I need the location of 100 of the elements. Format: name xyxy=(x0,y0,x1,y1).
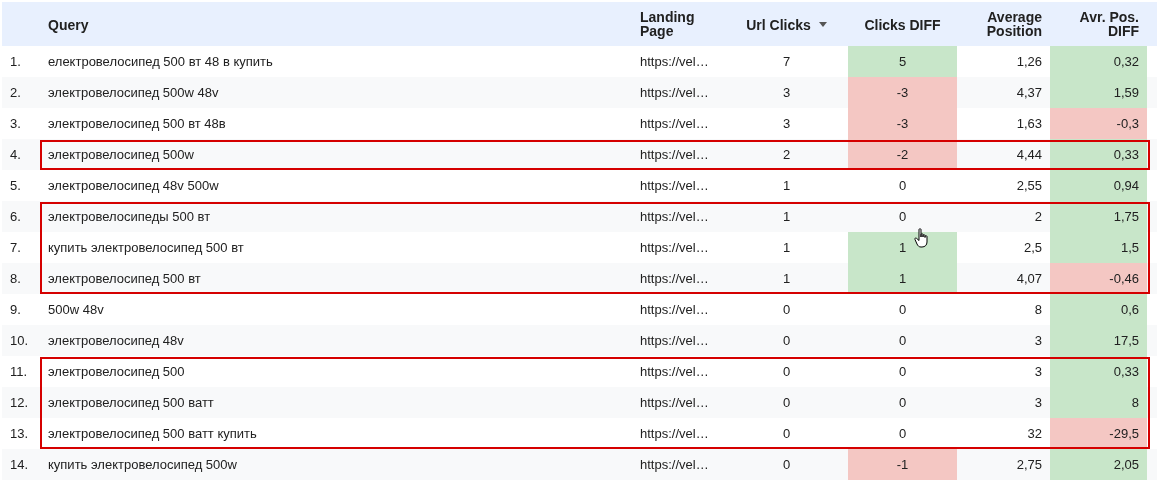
table-cell: https://vel… xyxy=(632,294,725,325)
table-cell: 0,94 xyxy=(1050,170,1147,201)
table-cell: 0 xyxy=(848,418,957,449)
table-cell: 2,5 xyxy=(957,232,1050,263)
table-cell: https://vel… xyxy=(632,232,725,263)
sort-caret-icon[interactable] xyxy=(818,22,827,28)
row-number: 2. xyxy=(2,77,40,108)
row-number: 5. xyxy=(2,170,40,201)
table-cell: 500w 48v xyxy=(40,294,632,325)
table-cell: 1,26 xyxy=(957,46,1050,77)
table-cell: https://vel… xyxy=(632,170,725,201)
table-cell: 1 xyxy=(725,263,848,294)
table-cell: https://vel… xyxy=(632,46,725,77)
table-cell: 1 xyxy=(725,201,848,232)
table-cell: https://vel… xyxy=(632,449,725,480)
table-cell: 3 xyxy=(957,325,1050,356)
table-cell: 2,75 xyxy=(957,449,1050,480)
table-cell: электровелосипед 500 вт 48в xyxy=(40,108,632,139)
table-cell: 1 xyxy=(848,232,957,263)
table-cell: 2,05 xyxy=(1050,449,1147,480)
table-cell: 0 xyxy=(848,170,957,201)
table-cell: 1,5 xyxy=(1050,232,1147,263)
table-cell: 4,44 xyxy=(957,139,1050,170)
table-cell: 2 xyxy=(725,139,848,170)
table-cell: 0 xyxy=(848,387,957,418)
row-number: 7. xyxy=(2,232,40,263)
table-cell: -1 xyxy=(848,449,957,480)
table-cell: 0 xyxy=(725,294,848,325)
row-number: 1. xyxy=(2,46,40,77)
table-cell: 8 xyxy=(1050,387,1147,418)
table-cell: 8 xyxy=(957,294,1050,325)
table-cell: -0,46 xyxy=(1050,263,1147,294)
table-cell: 4,07 xyxy=(957,263,1050,294)
table-cell: https://vel… xyxy=(632,77,725,108)
table-cell: https://vel… xyxy=(632,325,725,356)
row-number: 3. xyxy=(2,108,40,139)
table-cell: 0 xyxy=(725,418,848,449)
table-cell: 0,33 xyxy=(1050,356,1147,387)
table-cell: электровелосипед 500 ватт xyxy=(40,387,632,418)
row-number: 14. xyxy=(2,449,40,480)
table-cell: 32 xyxy=(957,418,1050,449)
table-cell: https://vel… xyxy=(632,263,725,294)
table-cell: 17,5 xyxy=(1050,325,1147,356)
row-number: 11. xyxy=(2,356,40,387)
table-cell: 7 xyxy=(725,46,848,77)
table-cell: https://vel… xyxy=(632,387,725,418)
table-cell: https://vel… xyxy=(632,139,725,170)
column-header[interactable]: Clicks DIFF xyxy=(864,17,941,32)
table-cell: https://vel… xyxy=(632,418,725,449)
table-cell: електровелосипед 500 вт 48 в купить xyxy=(40,46,632,77)
table-cell: 2 xyxy=(957,201,1050,232)
row-number: 4. xyxy=(2,139,40,170)
row-number: 10. xyxy=(2,325,40,356)
column-header[interactable]: Url Clicks xyxy=(746,17,811,32)
table-cell: -0,3 xyxy=(1050,108,1147,139)
table-cell: купить электровелосипед 500w xyxy=(40,449,632,480)
row-number: 12. xyxy=(2,387,40,418)
table-cell: 0 xyxy=(725,356,848,387)
table-cell: электровелосипед 48v xyxy=(40,325,632,356)
table-cell: 0 xyxy=(725,387,848,418)
table-cell: 3 xyxy=(725,77,848,108)
table-cell: 3 xyxy=(957,387,1050,418)
table-cell: 4,37 xyxy=(957,77,1050,108)
table-cell: купить электровелосипед 500 вт xyxy=(40,232,632,263)
table-cell: -3 xyxy=(848,108,957,139)
table-cell: 1 xyxy=(725,232,848,263)
column-header[interactable]: Average Position xyxy=(965,10,1042,38)
table-cell: 1,63 xyxy=(957,108,1050,139)
table-cell: 0 xyxy=(725,325,848,356)
table-cell: https://vel… xyxy=(632,356,725,387)
table-cell: https://vel… xyxy=(632,201,725,232)
row-number: 9. xyxy=(2,294,40,325)
table-cell: электровелосипед 500w 48v xyxy=(40,77,632,108)
table-cell: 0 xyxy=(725,449,848,480)
table-cell: 3 xyxy=(725,108,848,139)
table-cell: 0 xyxy=(848,356,957,387)
column-header[interactable]: Landing Page xyxy=(640,10,717,38)
table-cell: 0,32 xyxy=(1050,46,1147,77)
table-cell: 0 xyxy=(848,294,957,325)
table-cell: 0,6 xyxy=(1050,294,1147,325)
table-cell: -29,5 xyxy=(1050,418,1147,449)
table-cell: электровелосипед 500 ватт купить xyxy=(40,418,632,449)
table-cell: электровелосипед 500 xyxy=(40,356,632,387)
table-cell: -3 xyxy=(848,77,957,108)
table-cell: 0 xyxy=(848,325,957,356)
table-cell: 1,59 xyxy=(1050,77,1147,108)
table-cell: 0 xyxy=(848,201,957,232)
table-cell: электровелосипеды 500 вт xyxy=(40,201,632,232)
row-number: 6. xyxy=(2,201,40,232)
table-cell: 2,55 xyxy=(957,170,1050,201)
column-header[interactable]: Query xyxy=(48,17,89,32)
table-cell: 1 xyxy=(848,263,957,294)
table-cell: https://vel… xyxy=(632,108,725,139)
row-number: 8. xyxy=(2,263,40,294)
table-cell: электровелосипед 500w xyxy=(40,139,632,170)
table-cell: 1 xyxy=(725,170,848,201)
table-cell: 3 xyxy=(957,356,1050,387)
column-header[interactable]: Avr. Pos. DIFF xyxy=(1058,10,1139,38)
table-cell: 5 xyxy=(848,46,957,77)
table-cell: электровелосипед 500 вт xyxy=(40,263,632,294)
